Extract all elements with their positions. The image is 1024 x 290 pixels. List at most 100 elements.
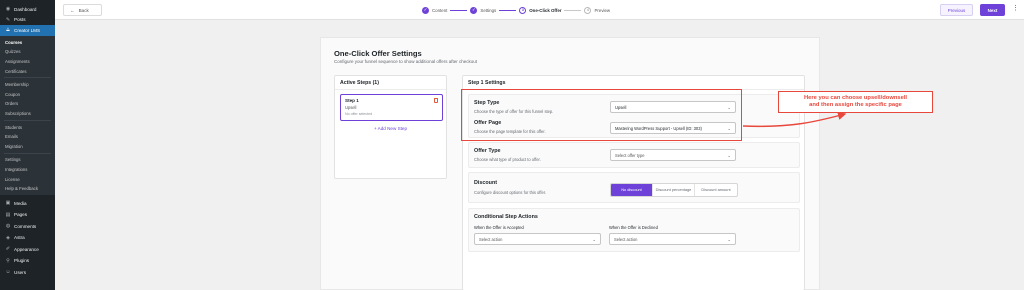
trash-icon[interactable] (434, 98, 438, 103)
sidebar-item-pages[interactable]: ▤ Pages (0, 209, 55, 221)
submenu-item-membership[interactable]: Membership (0, 80, 55, 90)
step-type-label: Step Type (474, 100, 500, 106)
step-connector (499, 9, 517, 11)
offer-page-description: Choose the page template for this offer. (474, 129, 546, 134)
sidebar-item-posts[interactable]: ✎ Posts (0, 15, 55, 26)
submenu-item-license[interactable]: License (0, 174, 55, 184)
page-title: One-Click Offer Settings (334, 49, 422, 58)
submenu-item-students[interactable]: Students (0, 122, 55, 132)
sidebar-item-plugins[interactable]: ⚲ Plugins (0, 255, 55, 267)
offer-type-select[interactable]: Select offer type ⌄ (610, 149, 736, 161)
offer-settings-panel: One-Click Offer Settings Configure your … (320, 37, 820, 290)
sidebar-item-label: Astra (14, 235, 25, 241)
sidebar-item-comments[interactable]: ◍ Comments (0, 220, 55, 232)
wizard-step-preview[interactable]: 4 Preview (584, 6, 611, 14)
step-type-select[interactable]: Upsell ⌄ (610, 101, 736, 113)
discount-label: Discount (474, 180, 498, 186)
media-icon: ▣ (5, 200, 11, 207)
next-button[interactable]: Next (980, 4, 1005, 16)
wizard-steps: ✓ Content ✓ Settings 3 One-Click Offer 4 Previe… (422, 4, 610, 16)
wizard-step-content[interactable]: ✓ Content (422, 6, 448, 14)
offer-type-section: Offer Type Choose what type of product t… (468, 142, 800, 168)
offer-type-description: Choose what type of product to offer. (474, 157, 541, 162)
step-connector (450, 9, 468, 11)
conditional-actions-section: Conditional Step Actions When the Offer … (468, 208, 800, 252)
submenu-item-assignments[interactable]: Assignments (0, 57, 55, 67)
pages-icon: ▤ (5, 211, 11, 218)
back-button-label: Back (78, 7, 89, 13)
offer-page-select[interactable]: Mastering WordPress Support - Upsell (ID… (610, 122, 736, 134)
offer-type-placeholder: Select offer type (615, 152, 645, 158)
submenu-item-integrations[interactable]: Integrations (0, 165, 55, 175)
wizard-step-label: Preview (594, 7, 611, 13)
lms-icon: ⟁ (5, 27, 11, 34)
divider (463, 89, 804, 90)
wizard-step-one-click-offer[interactable]: 3 One-Click Offer (519, 6, 561, 14)
offer-type-label: Offer Type (474, 148, 501, 154)
submenu-item-migration[interactable]: Migration (0, 141, 55, 151)
submenu-item-help-feedback[interactable]: Help & Feedback (0, 184, 55, 194)
step-type-description: Choose the type of offer for this funnel… (474, 109, 554, 114)
accepted-action-select[interactable]: Select action ⌄ (474, 233, 601, 245)
declined-label: When the Offer is Declined (609, 225, 658, 230)
sidebar-item-dashboard[interactable]: ◉ Dashboard (0, 4, 55, 15)
sidebar-item-label: Plugins (14, 258, 30, 264)
submenu-item-orders[interactable]: Orders (0, 99, 55, 109)
submenu-item-subscriptions[interactable]: Subscriptions (0, 109, 55, 119)
declined-action-placeholder: Select action (614, 236, 638, 242)
submenu-item-certificates[interactable]: Certificates (0, 66, 55, 76)
check-icon: ✓ (422, 6, 429, 14)
sidebar-item-media[interactable]: ▣ Media (0, 197, 55, 209)
divider (335, 89, 446, 90)
conditional-actions-label: Conditional Step Actions (474, 214, 538, 220)
submenu-item-courses[interactable]: Courses (0, 38, 55, 48)
sidebar-item-label: Dashboard (14, 6, 37, 12)
wizard-step-label: Settings (480, 7, 497, 13)
step-type: Upsell (345, 105, 357, 110)
chevron-down-icon: ⌄ (592, 237, 596, 242)
wizard-step-label: Content (432, 7, 448, 13)
sidebar-submenu: Courses Quizzes Assignments Certificates Mem… (0, 35, 55, 196)
previous-button[interactable]: Previous (940, 4, 973, 16)
accepted-action-placeholder: Select action (479, 236, 503, 242)
submenu-item-emails[interactable]: Emails (0, 132, 55, 142)
users-icon: ☺ (5, 269, 11, 276)
chevron-down-icon: ⌄ (727, 153, 731, 158)
submenu-item-quizzes[interactable]: Quizzes (0, 47, 55, 57)
annotation-callout: Here you can choose upsell/downsell and … (778, 91, 933, 113)
more-options-icon[interactable]: ⋮ (1012, 4, 1019, 12)
declined-action-select[interactable]: Select action ⌄ (609, 233, 736, 245)
step-offer-status: No offer selected (345, 112, 373, 116)
sidebar-item-label: Pages (14, 212, 28, 218)
step-number: 3 (519, 6, 527, 14)
sidebar-item-astra[interactable]: ◈ Astra (0, 232, 55, 244)
sidebar-item-users[interactable]: ☺ Users (0, 266, 55, 278)
step-name: Step 1 (345, 98, 359, 103)
discount-option-no-discount[interactable]: No discount (611, 184, 653, 196)
sidebar-item-creator-lms[interactable]: ⟁ Creator LMS (0, 25, 55, 36)
sidebar-item-label: Comments (14, 223, 37, 229)
step-card[interactable]: Step 1 Upsell No offer selected (340, 94, 443, 121)
step-type-section: Step Type Choose the type of offer for t… (468, 94, 800, 138)
check-icon: ✓ (470, 6, 478, 14)
astra-icon: ◈ (6, 234, 10, 241)
back-button[interactable]: ← Back (63, 4, 102, 16)
discount-option-discount-amount[interactable]: Discount amount (695, 184, 737, 196)
submenu-item-settings[interactable]: Settings (0, 155, 55, 165)
offer-page-label: Offer Page (474, 120, 502, 126)
step-type-value: Upsell (615, 104, 627, 110)
annotation-line-1: Here you can choose upsell/downsell (803, 95, 908, 101)
comment-icon: ◍ (5, 223, 11, 230)
wizard-step-settings[interactable]: ✓ Settings (470, 6, 497, 14)
submenu-item-coupon[interactable]: Coupon (0, 89, 55, 99)
chevron-down-icon: ⌄ (727, 237, 731, 242)
submenu-separator (4, 119, 51, 121)
discount-description: Configure discount options for this offe… (474, 190, 547, 195)
submenu-separator (4, 152, 51, 154)
add-new-step-button[interactable]: + Add New Step (335, 126, 446, 131)
discount-option-discount-percentage[interactable]: Discount percentage (653, 184, 695, 196)
sidebar-item-label: Creator LMS (14, 27, 41, 33)
dashboard-icon: ◉ (5, 6, 11, 13)
sidebar-item-appearance[interactable]: ✐ Appearance (0, 243, 55, 255)
top-toolbar: ← Back ✓ Content ✓ Settings 3 One-Click Offer… (55, 0, 1024, 20)
